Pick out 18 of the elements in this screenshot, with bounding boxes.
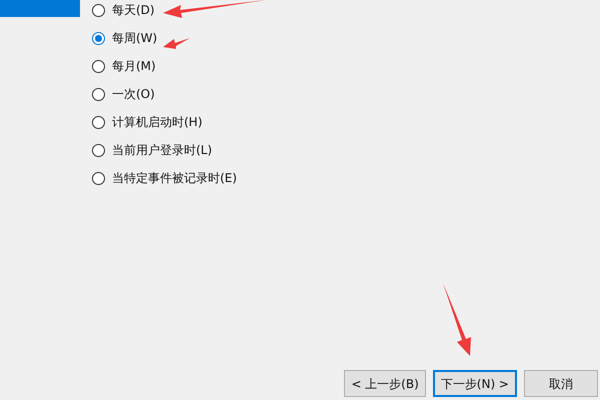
radio-button[interactable] bbox=[92, 172, 105, 184]
option-label: 计算机启动时(H) bbox=[112, 114, 202, 131]
option-label: 每天(D) bbox=[112, 2, 155, 19]
radio-button[interactable] bbox=[92, 4, 105, 16]
dialog-button[interactable]: 取消 bbox=[524, 370, 598, 397]
radio-button[interactable] bbox=[92, 32, 105, 44]
annotation-arrow bbox=[163, 38, 190, 49]
dialog-button[interactable]: 下一步(N) > bbox=[432, 370, 517, 397]
option-label: 当特定事件被记录时(E) bbox=[112, 170, 237, 187]
option-label: 一次(O) bbox=[112, 86, 155, 103]
radio-button[interactable] bbox=[92, 116, 105, 128]
radio-button[interactable] bbox=[92, 88, 105, 100]
radio-button[interactable] bbox=[92, 144, 105, 156]
radio-button[interactable] bbox=[92, 60, 105, 72]
dialog-button[interactable]: < 上一步(B) bbox=[344, 370, 426, 397]
option-label: 当前用户登录时(L) bbox=[112, 142, 212, 159]
option-label: 每月(M) bbox=[112, 58, 156, 75]
option-label: 每周(W) bbox=[112, 30, 158, 47]
